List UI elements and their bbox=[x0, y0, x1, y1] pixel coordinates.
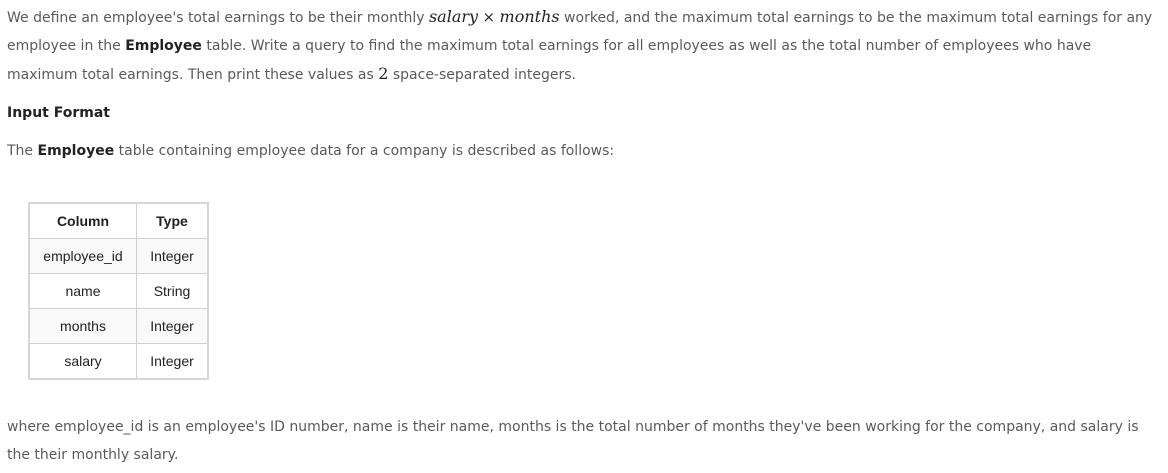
table-row: name String bbox=[28, 273, 209, 309]
table-row: months Integer bbox=[28, 308, 209, 344]
input-format-text-2: table containing employee data for a com… bbox=[114, 143, 615, 159]
footer-paragraph: where employee_id is an employee's ID nu… bbox=[7, 419, 1139, 463]
cell-column-name: employee_id bbox=[28, 238, 137, 274]
input-format-text-1: The bbox=[7, 143, 38, 159]
cell-type: Integer bbox=[136, 343, 209, 380]
cell-type: String bbox=[136, 273, 209, 309]
table-header-row: Column Type bbox=[28, 202, 209, 239]
problem-statement: We define an employee's total earnings t… bbox=[7, 0, 1162, 165]
cell-column-name: salary bbox=[28, 343, 137, 380]
table-row: employee_id Integer bbox=[28, 238, 209, 274]
cell-type: Integer bbox=[136, 238, 209, 274]
schema-table: Column Type employee_id Integer name Str… bbox=[28, 202, 209, 380]
math-salary: salary bbox=[428, 7, 479, 26]
column-header-column: Column bbox=[28, 202, 137, 239]
intro-text-4: space-separated integers. bbox=[388, 67, 576, 83]
math-months: months bbox=[499, 7, 560, 26]
math-two: 2 bbox=[378, 64, 389, 83]
column-header-type: Type bbox=[136, 202, 209, 239]
schema-table-wrapper: Column Type employee_id Integer name Str… bbox=[28, 202, 209, 380]
intro-paragraph: We define an employee's total earnings t… bbox=[7, 3, 1162, 89]
math-times: × bbox=[482, 8, 496, 26]
table-row: salary Integer bbox=[28, 343, 209, 380]
input-format-heading: Input Format bbox=[7, 105, 110, 121]
intro-text-1: We define an employee's total earnings t… bbox=[7, 10, 429, 26]
intro-table-name: Employee bbox=[125, 38, 202, 54]
cell-type: Integer bbox=[136, 308, 209, 344]
input-format-table-name: Employee bbox=[37, 143, 115, 159]
cell-column-name: name bbox=[28, 273, 137, 309]
input-format-paragraph: The Employee table containing employee d… bbox=[7, 137, 1162, 165]
cell-column-name: months bbox=[28, 308, 137, 344]
